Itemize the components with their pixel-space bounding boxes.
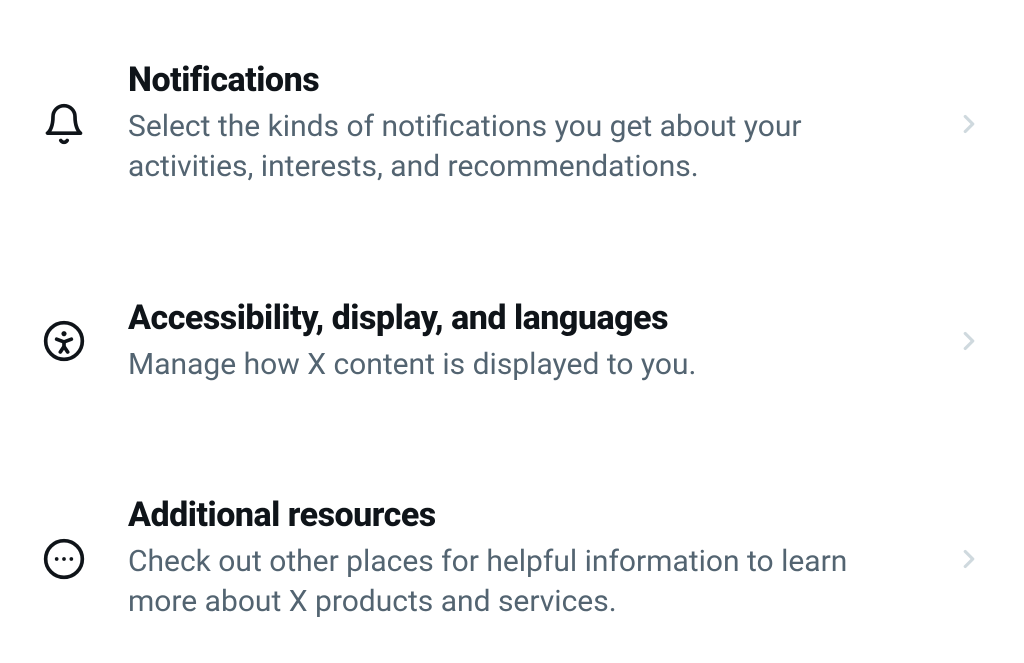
chevron-right-icon xyxy=(954,109,984,139)
chevron-right-icon xyxy=(954,544,984,574)
settings-item-content: Accessibility, display, and languages Ma… xyxy=(128,298,914,385)
settings-item-description: Select the kinds of notifications you ge… xyxy=(128,107,914,188)
chevron-right-icon xyxy=(954,326,984,356)
settings-item-accessibility[interactable]: Accessibility, display, and languages Ma… xyxy=(0,268,1024,415)
settings-item-content: Additional resources Check out other pla… xyxy=(128,495,914,623)
settings-item-content: Notifications Select the kinds of notifi… xyxy=(128,60,914,188)
settings-item-notifications[interactable]: Notifications Select the kinds of notifi… xyxy=(0,30,1024,218)
settings-list: Notifications Select the kinds of notifi… xyxy=(0,0,1024,653)
settings-item-resources[interactable]: Additional resources Check out other pla… xyxy=(0,465,1024,653)
bell-icon xyxy=(40,100,88,148)
accessibility-icon xyxy=(40,317,88,365)
settings-item-description: Manage how X content is displayed to you… xyxy=(128,345,914,386)
settings-item-title: Notifications xyxy=(128,60,914,101)
settings-item-description: Check out other places for helpful infor… xyxy=(128,542,914,623)
settings-item-title: Accessibility, display, and languages xyxy=(128,298,914,339)
more-icon xyxy=(40,535,88,583)
settings-item-title: Additional resources xyxy=(128,495,914,536)
